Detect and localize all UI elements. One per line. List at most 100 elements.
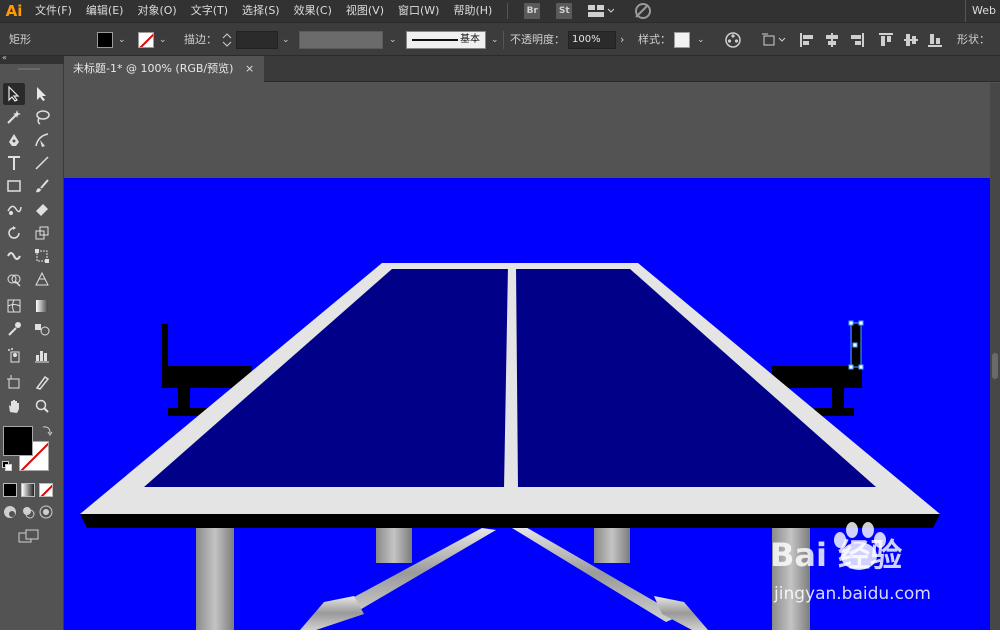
ping-pong-table-artwork	[80, 263, 940, 630]
variable-width-profile[interactable]	[299, 31, 383, 49]
menu-window[interactable]: 窗口(W)	[391, 0, 446, 22]
profile-dropdown-icon[interactable]: ⌄	[389, 23, 397, 57]
draw-inside-icon[interactable]	[39, 505, 53, 522]
align-right-icon[interactable]	[848, 31, 866, 49]
collapse-arrows-icon[interactable]: «	[2, 53, 7, 62]
menu-object[interactable]: 对象(O)	[130, 0, 183, 22]
control-separator	[503, 31, 504, 49]
no-color-icon	[40, 484, 52, 496]
canvas-area[interactable]	[64, 83, 1000, 630]
scale-tool-icon[interactable]	[31, 222, 53, 244]
rectangle-tool-icon[interactable]	[3, 175, 25, 197]
screen-mode-icon[interactable]	[18, 529, 40, 546]
paintbrush-tool-icon[interactable]	[31, 175, 53, 197]
artboard-tool-icon[interactable]	[3, 371, 25, 393]
gradient-tool-icon[interactable]	[31, 295, 53, 317]
stroke-weight-stepper[interactable]	[218, 31, 236, 49]
pen-tool-icon[interactable]	[3, 129, 25, 151]
stroke-weight-field[interactable]	[236, 31, 278, 49]
align-top-icon[interactable]	[877, 31, 895, 49]
shaper-tool-icon[interactable]	[3, 198, 25, 220]
app-logo: Ai	[5, 2, 23, 20]
style-label: 样式：	[638, 33, 671, 46]
bridge-button[interactable]: Br	[524, 3, 541, 19]
color-mode-button[interactable]	[3, 483, 17, 497]
menu-separator	[507, 3, 509, 19]
zoom-tool-icon[interactable]	[31, 395, 53, 417]
perspective-grid-tool-icon[interactable]	[31, 268, 53, 290]
gpu-performance-icon[interactable]	[632, 3, 654, 19]
brush-definition-field[interactable]: 基本	[406, 31, 486, 49]
close-tab-icon[interactable]: ×	[245, 56, 254, 82]
eraser-tool-icon[interactable]	[31, 198, 53, 220]
draw-normal-icon[interactable]	[3, 505, 17, 522]
magic-wand-tool-icon[interactable]	[3, 106, 25, 128]
hand-tool-icon[interactable]	[3, 395, 25, 417]
fill-dropdown-icon[interactable]: ⌄	[118, 23, 126, 57]
selection-tool-icon[interactable]	[3, 83, 25, 105]
vertical-scrollbar[interactable]	[990, 83, 1000, 630]
warp-tool-icon[interactable]	[3, 245, 25, 267]
arrange-documents-icon[interactable]	[588, 4, 615, 18]
workspace-switcher[interactable]: Web	[965, 0, 1000, 22]
align-horizontal-center-icon[interactable]	[823, 31, 841, 49]
menu-edit[interactable]: 编辑(E)	[79, 0, 131, 22]
brush-dropdown-icon[interactable]: ⌄	[491, 23, 499, 57]
control-bar: 矩形 ⌄ ⌄ 描边： ⌄ ⌄ 基本 ⌄ 不透明度： 100% › 样式： ⌄ 形…	[0, 22, 1000, 56]
fill-swatch[interactable]	[97, 32, 113, 48]
table-legs	[196, 527, 810, 630]
document-tab-title: 未标题-1* @ 100% (RGB/预览)	[73, 62, 234, 75]
menu-view[interactable]: 视图(V)	[339, 0, 391, 22]
transform-options-icon[interactable]	[762, 31, 788, 49]
object-type-label: 矩形	[9, 33, 31, 46]
none-mode-button[interactable]	[39, 483, 53, 497]
column-graph-tool-icon[interactable]	[31, 344, 53, 366]
mesh-tool-icon[interactable]	[3, 295, 25, 317]
stock-button[interactable]: St	[556, 3, 573, 19]
opacity-label: 不透明度：	[510, 33, 565, 46]
swap-fill-stroke-icon[interactable]	[41, 424, 53, 439]
menu-bar: Ai 文件(F) 编辑(E) 对象(O) 文字(T) 选择(S) 效果(C) 视…	[0, 0, 1000, 22]
stroke-swatch[interactable]	[138, 32, 154, 48]
artboard[interactable]	[64, 178, 990, 630]
draw-behind-icon[interactable]	[21, 505, 35, 522]
shape-label: 形状：	[957, 33, 990, 46]
recolor-artwork-icon[interactable]	[724, 31, 742, 49]
document-tab[interactable]: 未标题-1* @ 100% (RGB/预览)	[64, 56, 264, 82]
direct-selection-tool-icon[interactable]	[31, 83, 53, 105]
blend-tool-icon[interactable]	[31, 318, 53, 340]
scrollbar-thumb[interactable]	[992, 353, 998, 379]
opacity-expand-icon[interactable]: ›	[620, 23, 624, 57]
shape-builder-tool-icon[interactable]	[3, 268, 25, 290]
eyedropper-tool-icon[interactable]	[3, 318, 25, 340]
brush-stroke-preview	[412, 39, 458, 41]
default-fill-stroke-icon[interactable]	[2, 461, 12, 474]
toolbar-collapse-grip[interactable]: «	[0, 53, 64, 64]
fill-color-box[interactable]	[3, 426, 33, 456]
document-tab-strip: 未标题-1* @ 100% (RGB/预览) ×	[64, 56, 1000, 82]
gradient-mode-button[interactable]	[21, 483, 35, 497]
opacity-field[interactable]: 100%	[568, 31, 616, 49]
curvature-tool-icon[interactable]	[31, 129, 53, 151]
type-tool-icon[interactable]	[3, 152, 25, 174]
graphic-style-swatch[interactable]	[674, 32, 690, 48]
menu-file[interactable]: 文件(F)	[28, 0, 79, 22]
free-transform-tool-icon[interactable]	[31, 245, 53, 267]
menu-effect[interactable]: 效果(C)	[287, 0, 339, 22]
align-left-icon[interactable]	[798, 31, 816, 49]
rotate-tool-icon[interactable]	[3, 222, 25, 244]
lasso-tool-icon[interactable]	[31, 106, 53, 128]
align-vertical-center-icon[interactable]	[902, 31, 920, 49]
line-segment-tool-icon[interactable]	[31, 152, 53, 174]
stroke-weight-dropdown-icon[interactable]: ⌄	[282, 23, 290, 57]
no-stroke-icon	[139, 33, 153, 47]
menu-select[interactable]: 选择(S)	[235, 0, 287, 22]
slice-tool-icon[interactable]	[31, 371, 53, 393]
panel-grip-lines	[18, 68, 40, 70]
stroke-dropdown-icon[interactable]: ⌄	[159, 23, 167, 57]
menu-help[interactable]: 帮助(H)	[446, 0, 499, 22]
align-bottom-icon[interactable]	[926, 31, 944, 49]
menu-type[interactable]: 文字(T)	[184, 0, 235, 22]
style-dropdown-icon[interactable]: ⌄	[697, 23, 705, 57]
symbol-sprayer-tool-icon[interactable]	[3, 344, 25, 366]
